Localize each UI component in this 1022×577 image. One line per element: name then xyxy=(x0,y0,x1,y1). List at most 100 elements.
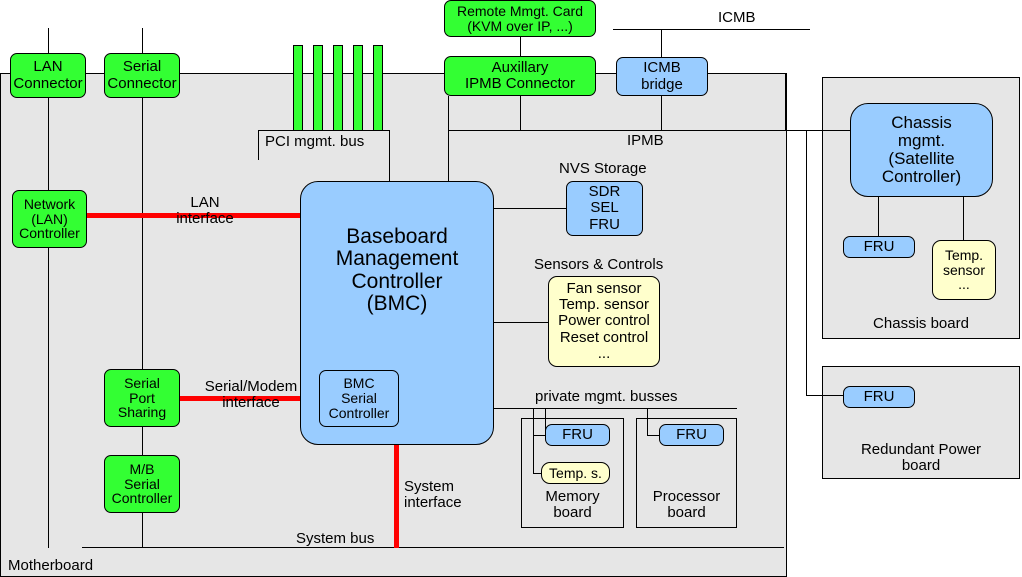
nvs-storage-line2: SEL xyxy=(590,199,619,217)
network-lan-controller[interactable]: Network (LAN) Controller xyxy=(12,190,87,248)
chassis-ipmb-entry-line xyxy=(822,130,850,131)
serial-connector-line2: Connector xyxy=(107,74,177,92)
sensors-and-controls[interactable]: Fan sensor Temp. sensor Power control Re… xyxy=(548,276,660,367)
pci-slot-2 xyxy=(313,45,323,131)
chassis-temp-sensor-line2: sensor xyxy=(942,261,986,278)
private-bus-processor-drop xyxy=(647,408,648,435)
serial-connector[interactable]: Serial Connector xyxy=(104,53,180,98)
private-bus-memory-fru-stub xyxy=(533,435,545,436)
ipmb-icmb-drop-line xyxy=(661,96,662,131)
memory-board-label: Memory board xyxy=(521,488,624,521)
chassis-board-fru-label: FRU xyxy=(863,237,895,255)
sensors-line3: Power control xyxy=(558,312,650,330)
bmc-serial-controller-line2: Serial xyxy=(341,390,377,407)
serial-modem-interface-label-line2: interface xyxy=(222,394,280,412)
redundant-power-board-fru[interactable]: FRU xyxy=(843,386,915,408)
bmc-serial-controller[interactable]: BMC Serial Controller xyxy=(319,370,399,427)
private-mgmt-busses-label: private mgmt. busses xyxy=(535,388,678,405)
private-mgmt-bus-line xyxy=(494,408,737,409)
auxiliary-ipmb-connector-line1: Auxillary xyxy=(491,58,549,76)
chassis-mgmt-to-fru-line xyxy=(878,196,879,236)
processor-board-label: Processor board xyxy=(636,488,737,522)
chassis-board-temp-sensor[interactable]: Temp. sensor ... xyxy=(932,240,996,300)
system-bus-line xyxy=(82,547,784,548)
icmb-bridge-drop-line xyxy=(661,29,662,57)
ipmb-chassis-branch-riser xyxy=(806,130,807,395)
redundant-power-board-label-line2: board xyxy=(901,457,941,475)
pci-slot-5 xyxy=(373,45,383,131)
lan-connector-line1: LAN xyxy=(33,58,63,76)
remote-mgmt-card-line1: Remote Mmgt. Card xyxy=(456,2,584,19)
lan-interface-label-line1: LAN xyxy=(190,194,220,211)
auxiliary-ipmb-connector[interactable]: Auxillary IPMB Connector xyxy=(444,56,596,96)
network-lan-controller-line3: Controller xyxy=(19,225,80,242)
private-bus-memory-drop xyxy=(533,408,534,473)
icmb-bus-label: ICMB xyxy=(718,9,756,26)
chassis-mgmt-to-temp-line xyxy=(963,196,964,240)
auxiliary-ipmb-connector-line2: IPMB Connector xyxy=(464,75,576,92)
sensors-line1: Fan sensor xyxy=(566,280,642,298)
bmc-line1: Baseboard xyxy=(346,225,448,248)
chassis-temp-sensor-line1: Temp. xyxy=(944,246,984,263)
serial-port-sharing-line3: Sharing xyxy=(117,404,167,421)
sensors-line2: Temp. sensor xyxy=(558,296,650,314)
bmc-serial-controller-line1: BMC xyxy=(343,375,375,392)
processor-board-fru[interactable]: FRU xyxy=(659,424,724,446)
system-interface-label: System interface xyxy=(404,478,462,511)
pci-slot-1 xyxy=(293,45,303,131)
mb-serial-controller[interactable]: M/B Serial Controller xyxy=(104,455,180,513)
chassis-mgmt-line2: mgmt. xyxy=(897,130,946,150)
system-interface-label-line1: System xyxy=(404,478,455,495)
memory-board-fru-label: FRU xyxy=(562,425,593,443)
nvs-storage[interactable]: SDR SEL FRU xyxy=(566,181,643,236)
lan-connector[interactable]: LAN Connector xyxy=(10,53,86,98)
remote-card-to-aux-line xyxy=(520,36,521,58)
serial-modem-interface-label-line1: Serial/Modem xyxy=(204,378,298,395)
memory-board-temp-sensor[interactable]: Temp. s. xyxy=(541,462,610,484)
lan-interface-label-line2: interface xyxy=(176,210,234,228)
icmb-bus-line xyxy=(613,29,810,30)
chassis-mgmt-satellite-controller[interactable]: Chassis mgmt. (Satellite Controller) xyxy=(850,103,993,197)
sensors-controls-title: Sensors & Controls xyxy=(534,256,664,273)
chassis-mgmt-line4: Controller) xyxy=(881,167,962,187)
bmc-to-private-bus-line xyxy=(494,408,495,409)
ipmb-to-power-line xyxy=(806,395,846,396)
pci-bus-riser xyxy=(389,160,390,182)
processor-board-label-line1: Processor xyxy=(652,488,721,505)
nvs-storage-line3: FRU xyxy=(589,215,620,233)
serial-port-sharing-line2: Port xyxy=(129,389,155,406)
mb-serial-controller-line2: Serial xyxy=(124,475,160,492)
bmc-to-nvs-line xyxy=(494,208,566,209)
serial-port-sharing-line1: Serial xyxy=(124,374,160,391)
pci-slot-3 xyxy=(333,45,343,131)
sensors-line4: Reset control xyxy=(559,328,649,346)
serial-modem-interface-label: Serial/Modem interface xyxy=(196,378,306,412)
bmc-line3: Controller xyxy=(351,269,443,293)
redundant-power-board-fru-label: FRU xyxy=(863,387,895,405)
system-bus-label: System bus xyxy=(296,530,375,547)
bmc-serial-controller-line3: Controller xyxy=(328,404,390,421)
mb-serial-controller-line3: Controller xyxy=(111,490,173,507)
bmc-line2: Management xyxy=(335,247,459,271)
ipmb-bus-line xyxy=(448,130,785,131)
motherboard-label: Motherboard xyxy=(8,557,94,574)
ipmb-right-riser xyxy=(785,73,786,130)
chassis-board-fru[interactable]: FRU xyxy=(843,236,915,258)
network-lan-controller-line2: (LAN) xyxy=(31,210,68,227)
memory-board-fru[interactable]: FRU xyxy=(545,424,610,446)
pci-slot-4 xyxy=(353,45,363,131)
mb-serial-controller-line1: M/B xyxy=(129,460,155,477)
nvs-storage-line1: SDR xyxy=(588,183,621,201)
icmb-bridge[interactable]: ICMB bridge xyxy=(616,57,708,96)
diagram-canvas: System bus Motherboard ICMB IPMB PCI mgm… xyxy=(0,0,1022,577)
remote-mgmt-card-line2: (KVM over IP, ...) xyxy=(467,17,573,34)
bmc-to-sensors-line xyxy=(494,322,548,323)
remote-mgmt-card[interactable]: Remote Mmgt. Card (KVM over IP, ...) xyxy=(444,0,596,37)
lan-connector-line2: Connector xyxy=(13,74,83,92)
serial-port-sharing[interactable]: Serial Port Sharing xyxy=(104,369,180,427)
processor-board-fru-label: FRU xyxy=(676,425,707,443)
private-bus-processor-fru-stub xyxy=(647,435,659,436)
sensors-line5: ... xyxy=(597,344,611,362)
processor-board-label-line2: board xyxy=(667,504,706,522)
pci-mgmt-bus-label: PCI mgmt. bus xyxy=(265,133,365,150)
